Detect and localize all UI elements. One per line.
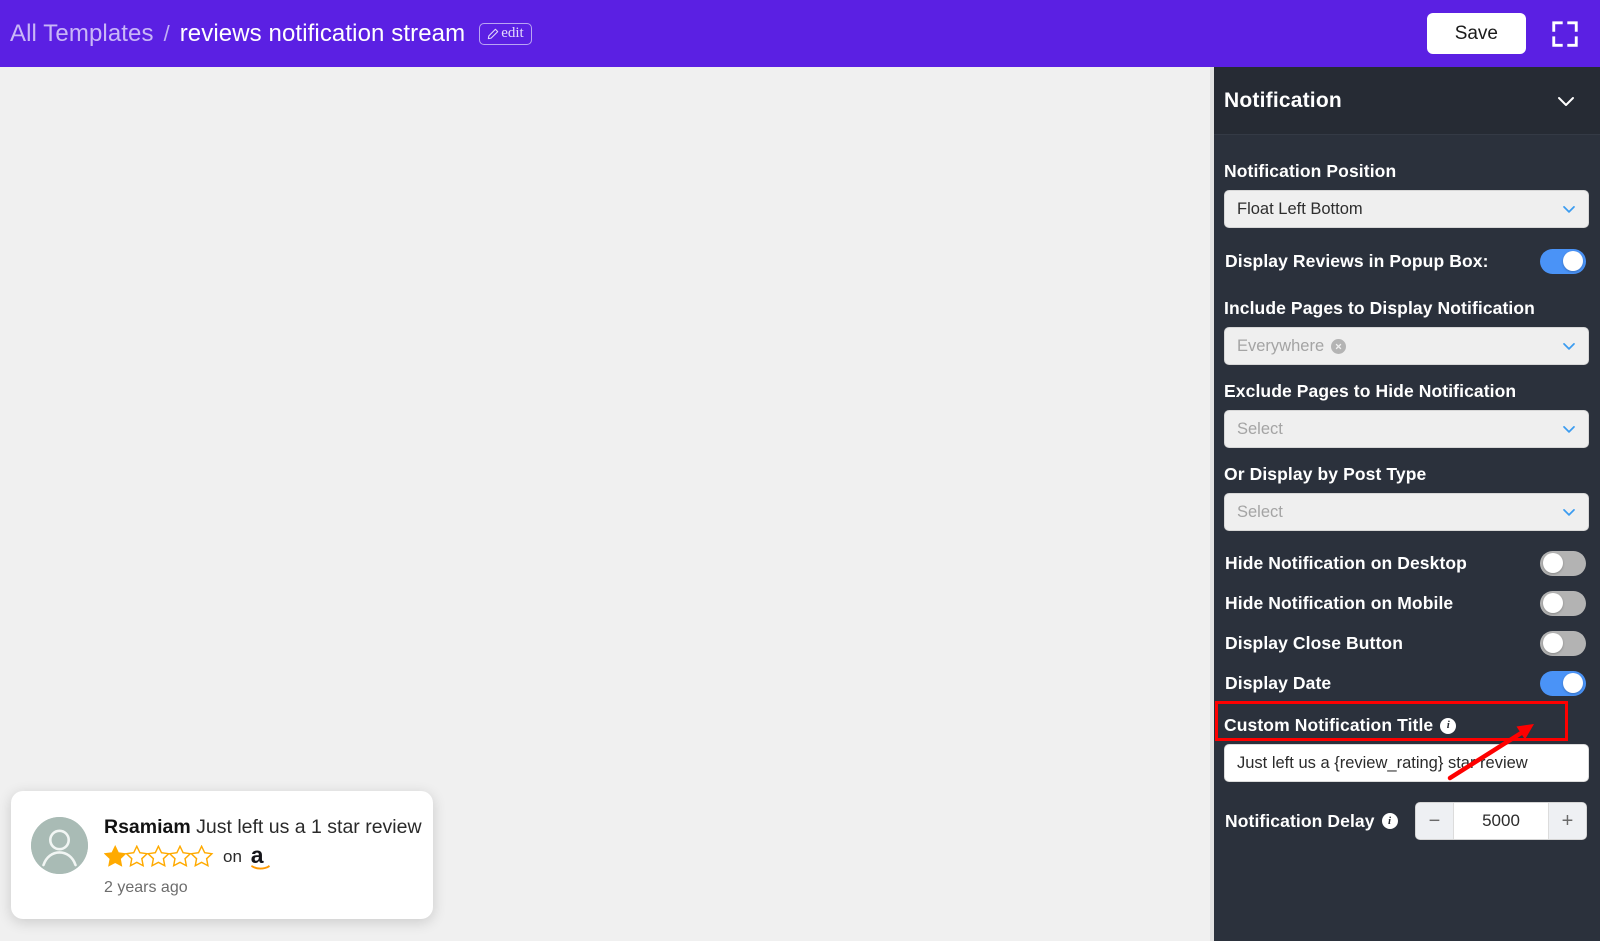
display-date-row: Display Date	[1224, 663, 1589, 703]
fullscreen-icon[interactable]	[1550, 19, 1580, 49]
hide-on-desktop-row: Hide Notification on Desktop	[1224, 543, 1589, 583]
amazon-icon: a	[249, 842, 279, 872]
display-reviews-popup-toggle[interactable]	[1540, 248, 1586, 274]
pencil-icon	[486, 28, 499, 41]
display-date-toggle[interactable]	[1540, 670, 1586, 696]
breadcrumb: All Templates / reviews notification str…	[4, 20, 532, 48]
app-root: All Templates / reviews notification str…	[0, 0, 1600, 941]
chevron-down-icon	[1559, 199, 1579, 219]
display-reviews-popup-label: Display Reviews in Popup Box:	[1225, 250, 1489, 271]
notification-position-select[interactable]: Float Left Bottom	[1224, 190, 1589, 228]
star-rating	[104, 845, 216, 869]
svg-text:a: a	[251, 842, 264, 868]
display-close-button-toggle[interactable]	[1540, 630, 1586, 656]
notification-delay-value[interactable]: 5000	[1454, 803, 1548, 839]
display-close-button-row: Display Close Button	[1224, 623, 1589, 663]
notification-preview-body: Rsamiam Just left us a 1 star review on …	[104, 813, 422, 897]
notification-delay-label-row: Notification Delay i	[1225, 811, 1398, 832]
notification-delay-row: Notification Delay i − 5000 +	[1224, 802, 1589, 840]
breadcrumb-all-templates[interactable]: All Templates	[10, 20, 154, 48]
reviewer-name: Rsamiam	[104, 815, 191, 838]
display-reviews-popup-row: Display Reviews in Popup Box:	[1224, 240, 1589, 282]
breadcrumb-separator: /	[163, 20, 170, 46]
display-date-label: Display Date	[1225, 672, 1332, 693]
increment-delay-button[interactable]: +	[1548, 803, 1586, 839]
include-pages-tag-label: Everywhere	[1237, 336, 1325, 355]
custom-title-label: Custom Notification Title	[1224, 715, 1434, 735]
notification-position-label: Notification Position	[1224, 161, 1397, 181]
notification-delay-stepper: − 5000 +	[1415, 802, 1587, 840]
post-type-placeholder: Select	[1237, 502, 1283, 521]
top-header-bar: All Templates / reviews notification str…	[0, 0, 1600, 67]
exclude-pages-label: Exclude Pages to Hide Notification	[1224, 381, 1517, 401]
hide-on-desktop-label: Hide Notification on Desktop	[1225, 552, 1467, 573]
custom-title-input[interactable]	[1224, 744, 1589, 782]
display-close-button-label: Display Close Button	[1225, 632, 1403, 653]
chevron-down-icon	[1559, 502, 1579, 522]
preview-canvas: Rsamiam Just left us a 1 star review on …	[0, 67, 1210, 941]
include-pages-tag: Everywhere	[1237, 336, 1347, 356]
hide-on-desktop-toggle[interactable]	[1540, 550, 1586, 576]
include-pages-select[interactable]: Everywhere	[1224, 327, 1589, 365]
hide-on-mobile-label: Hide Notification on Mobile	[1225, 592, 1454, 613]
info-icon[interactable]: i	[1440, 717, 1457, 734]
save-button[interactable]: Save	[1426, 12, 1526, 55]
exclude-pages-placeholder: Select	[1237, 419, 1283, 438]
on-label: on	[223, 847, 242, 866]
hide-on-mobile-row: Hide Notification on Mobile	[1224, 583, 1589, 623]
post-type-select[interactable]: Select	[1224, 493, 1589, 531]
notification-preview-rating-line: on a	[104, 842, 415, 872]
notification-delay-label: Notification Delay	[1225, 810, 1375, 831]
chevron-down-icon	[1559, 336, 1579, 356]
notification-preview-card[interactable]: Rsamiam Just left us a 1 star review on …	[11, 790, 433, 919]
notification-position-value: Float Left Bottom	[1237, 199, 1363, 218]
settings-sidebar: Notification Notification Position Float…	[1214, 67, 1600, 941]
panel-title: Notification	[1224, 88, 1342, 112]
avatar	[31, 816, 88, 874]
toggle-list: Hide Notification on Desktop Hide Notifi…	[1224, 543, 1589, 703]
edit-template-button[interactable]: edit	[479, 22, 532, 45]
notification-preview-headline: Rsamiam Just left us a 1 star review	[104, 815, 422, 839]
review-date: 2 years ago	[104, 879, 188, 896]
decrement-delay-button[interactable]: −	[1416, 803, 1454, 839]
hide-on-mobile-toggle[interactable]	[1540, 590, 1586, 616]
include-pages-label: Include Pages to Display Notification	[1224, 298, 1535, 318]
review-message: Just left us a 1 star review	[196, 815, 422, 838]
chevron-down-icon	[1559, 419, 1579, 439]
info-icon[interactable]: i	[1381, 813, 1398, 829]
remove-tag-icon[interactable]	[1331, 338, 1347, 354]
exclude-pages-select[interactable]: Select	[1224, 410, 1589, 448]
notification-panel-body: Notification Position Float Left Bottom …	[1214, 135, 1600, 840]
edit-badge-label: edit	[501, 24, 524, 41]
breadcrumb-current-template: reviews notification stream	[179, 19, 466, 47]
header-actions: Save	[1426, 12, 1580, 55]
notification-panel-header[interactable]: Notification	[1214, 67, 1600, 135]
custom-title-label-row: Custom Notification Title i	[1224, 715, 1589, 736]
chevron-down-icon[interactable]	[1554, 89, 1578, 113]
post-type-label: Or Display by Post Type	[1224, 464, 1427, 484]
